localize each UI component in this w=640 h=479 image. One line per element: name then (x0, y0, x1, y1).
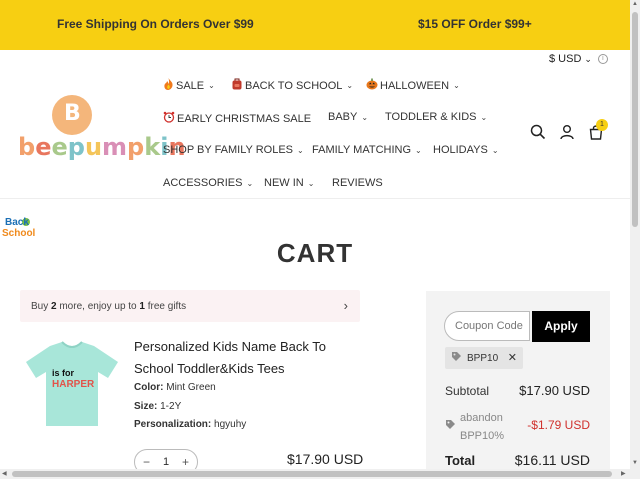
minus-icon[interactable]: − (143, 455, 150, 469)
scroll-up-arrow-icon[interactable]: ▲ (632, 1, 638, 7)
chevron-down-icon: ⌄ (415, 145, 422, 155)
search-icon[interactable] (530, 124, 546, 140)
nav-label: HALLOWEEN (380, 79, 450, 92)
vertical-scroll-thumb[interactable] (632, 12, 638, 227)
chevron-down-icon: ⌄ (480, 112, 488, 122)
nav-label: BABY (328, 111, 358, 123)
remove-coupon-icon[interactable]: ✕ (508, 351, 517, 364)
nav-item-baby[interactable]: BABY ⌄ (328, 111, 368, 123)
info-icon[interactable]: i (597, 54, 608, 64)
horizontal-scroll-thumb[interactable] (12, 471, 612, 477)
chevron-right-icon: › (343, 298, 348, 313)
apply-coupon-button[interactable]: Apply (532, 311, 590, 342)
nav-item-halloween[interactable]: HALLOWEEN ⌄ (366, 78, 460, 93)
badge-line1: Back (5, 217, 29, 228)
tag-icon (445, 419, 456, 433)
coupon-input[interactable]: Coupon Code (444, 311, 530, 341)
applied-coupon-chip: BPP10 ✕ (445, 347, 523, 369)
subtotal-label: Subtotal (445, 384, 490, 398)
chevron-down-icon: ⌄ (361, 112, 369, 122)
scroll-right-arrow-icon[interactable]: ▶ (621, 470, 626, 477)
shirt-print-line1: is for (52, 368, 75, 378)
nav-label: TODDLER & KIDS (385, 111, 477, 123)
chevron-down-icon: ⌄ (208, 81, 215, 90)
chevron-down-icon: ⌄ (307, 178, 315, 188)
nav-item-early-christmas-sale[interactable]: EARLY CHRISTMAS SALE (163, 111, 311, 126)
logo-wordmark: beepumpkin (18, 133, 186, 161)
nav-item-toddler-kids[interactable]: TODDLER & KIDS ⌄ (385, 111, 487, 123)
plus-icon[interactable]: + (182, 455, 189, 469)
fire-icon (163, 78, 174, 93)
subtotal-value: $17.90 USD (519, 383, 590, 398)
product-personalization: Personalization: hgyuhy (134, 419, 247, 430)
total-value: $16.11 USD (514, 452, 590, 468)
gift-message: Buy 2 more, enjoy up to 1 free gifts (31, 301, 187, 312)
applied-coupon-code: BPP10 (467, 352, 499, 364)
chevron-down-icon: ⌄ (453, 81, 460, 90)
product-image[interactable]: is for HARPER (22, 338, 122, 430)
chevron-down-icon: ⌄ (297, 145, 304, 155)
quantity-value[interactable]: 1 (163, 456, 169, 468)
product-size: Size: 1-2Y (134, 401, 182, 412)
nav-item-back-to-school[interactable]: BACK TO SCHOOL ⌄ (231, 78, 353, 93)
nav-item-holidays[interactable]: HOLIDAYS ⌄ (433, 144, 499, 156)
discount-offer-text: $15 OFF Order $99+ (418, 17, 532, 31)
chevron-down-icon: ⌄ (246, 178, 254, 188)
order-summary: Coupon Code Apply BPP10 ✕ Subtotal $17.9… (426, 291, 610, 479)
total-label: Total (445, 453, 476, 468)
product-title[interactable]: Personalized Kids Name Back To School To… (134, 336, 349, 380)
logo-badge-letter: B (64, 101, 81, 126)
nav-label: FAMILY MATCHING (312, 144, 412, 156)
free-shipping-text: Free Shipping On Orders Over $99 (57, 17, 254, 31)
pumpkin-icon (366, 78, 378, 93)
tag-icon (451, 351, 462, 365)
discount-value: -$1.79 USD (527, 418, 590, 432)
product-color: Color: Mint Green (134, 382, 216, 393)
promo-bar: Free Shipping On Orders Over $99 $15 OFF… (0, 0, 630, 50)
nav-label: HOLIDAYS (433, 144, 488, 156)
nav-item-reviews[interactable]: REVIEWS (332, 177, 383, 189)
chevron-down-icon: ⌄ (491, 145, 499, 155)
alarm-clock-icon (163, 111, 175, 126)
logo-badge: B (52, 95, 92, 135)
nav-item-accessories[interactable]: ACCESSORIES ⌄ (163, 177, 253, 189)
nav-item-shop-by-family-roles[interactable]: SHOP BY FAMILY ROLES ⌄ (163, 144, 304, 156)
chevron-down-icon: ⌄ (346, 81, 354, 90)
nav-item-sale[interactable]: SALE ⌄ (163, 78, 215, 93)
chevron-down-icon: ⌄ (584, 53, 592, 64)
nav-label: REVIEWS (332, 177, 383, 189)
nav-item-new-in[interactable]: NEW IN ⌄ (264, 177, 314, 189)
cart-count-badge: 1 (596, 119, 608, 131)
header-divider (0, 198, 630, 199)
line-item-price: $17.90 USD (287, 451, 364, 467)
nav-label: BACK TO SCHOOL (245, 79, 343, 92)
currency-selector[interactable]: $ USD ⌄ i (549, 53, 608, 65)
discount-label: abandon BPP10% (460, 412, 505, 442)
nav-label: SHOP BY FAMILY ROLES (163, 144, 294, 156)
currency-label: $ USD (549, 53, 582, 65)
scroll-down-arrow-icon[interactable]: ▼ (632, 460, 638, 466)
scroll-left-arrow-icon[interactable]: ◀ (2, 470, 7, 477)
nav-label: NEW IN (264, 177, 304, 189)
page-title: CART (276, 238, 354, 268)
nav-item-family-matching[interactable]: FAMILY MATCHING ⌄ (312, 144, 422, 156)
account-icon[interactable] (559, 124, 575, 140)
backpack-icon (231, 78, 243, 93)
nav-label: ACCESSORIES (163, 177, 243, 189)
nav-label: EARLY CHRISTMAS SALE (177, 112, 312, 125)
free-gift-bar[interactable]: Buy 2 more, enjoy up to 1 free gifts › (20, 290, 360, 322)
shirt-print-line2: HARPER (52, 379, 95, 390)
nav-label: SALE (176, 79, 205, 92)
site-logo[interactable]: B beepumpkin (18, 95, 186, 165)
